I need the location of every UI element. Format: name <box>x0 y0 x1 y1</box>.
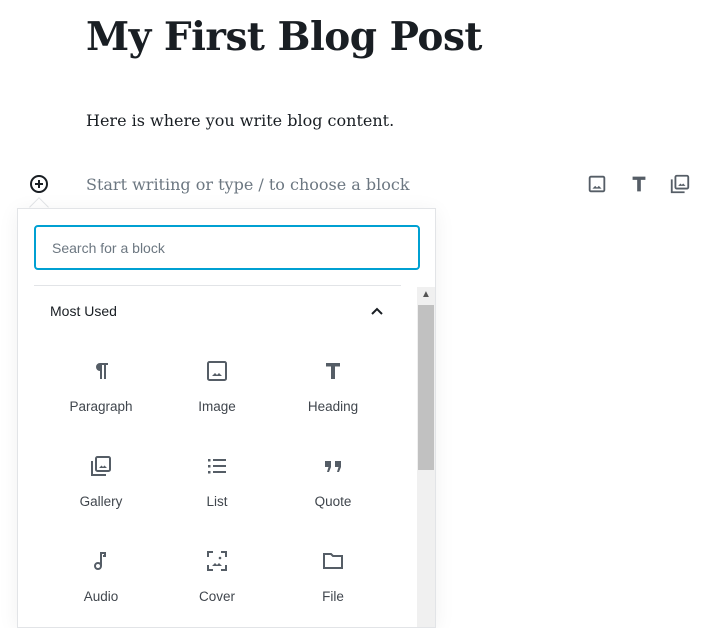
block-cover[interactable]: Cover <box>162 549 272 604</box>
block-label: File <box>322 589 344 604</box>
block-label: Paragraph <box>69 399 133 414</box>
block-label: Quote <box>314 494 352 509</box>
block-heading[interactable]: Heading <box>278 359 388 414</box>
block-paragraph[interactable]: Paragraph <box>46 359 156 414</box>
block-inserter-popover: Most Used ▲ Paragraph Image Heading Gall… <box>17 208 436 628</box>
block-file[interactable]: File <box>278 549 388 604</box>
block-quote[interactable]: Quote <box>278 454 388 509</box>
add-block-icon[interactable] <box>29 174 49 194</box>
block-label: Gallery <box>79 494 123 509</box>
quote-icon <box>325 461 341 472</box>
scroll-up-icon[interactable]: ▲ <box>421 289 431 300</box>
block-label: Audio <box>83 589 119 604</box>
gallery-icon[interactable] <box>669 173 691 195</box>
paragraph-block[interactable]: Here is where you write blog content. <box>86 111 394 130</box>
image-icon <box>207 361 227 381</box>
block-list[interactable]: List <box>162 454 272 509</box>
file-icon <box>323 553 343 569</box>
block-image[interactable]: Image <box>162 359 272 414</box>
block-search-input[interactable] <box>34 225 420 270</box>
block-label: Cover <box>198 589 235 604</box>
post-title[interactable]: My First Blog Post <box>86 14 482 60</box>
cover-icon <box>207 551 227 571</box>
empty-block-placeholder[interactable]: Start writing or type / to choose a bloc… <box>86 175 410 194</box>
audio-icon <box>94 552 106 570</box>
section-title[interactable]: Most Used <box>50 303 117 319</box>
block-audio[interactable]: Audio <box>46 549 156 604</box>
block-label: Image <box>198 399 236 414</box>
gallery-icon <box>91 456 111 476</box>
chevron-up-icon[interactable] <box>368 303 386 321</box>
scrollbar[interactable]: ▲ <box>417 287 435 627</box>
scrollbar-thumb[interactable] <box>418 305 434 470</box>
block-label: Heading <box>307 399 359 414</box>
heading-icon[interactable] <box>628 173 650 195</box>
heading-icon <box>326 363 340 379</box>
paragraph-icon <box>96 363 108 379</box>
block-gallery[interactable]: Gallery <box>46 454 156 509</box>
list-icon <box>208 459 226 474</box>
divider <box>34 285 401 286</box>
block-label: List <box>206 494 228 509</box>
image-icon[interactable] <box>586 173 608 195</box>
